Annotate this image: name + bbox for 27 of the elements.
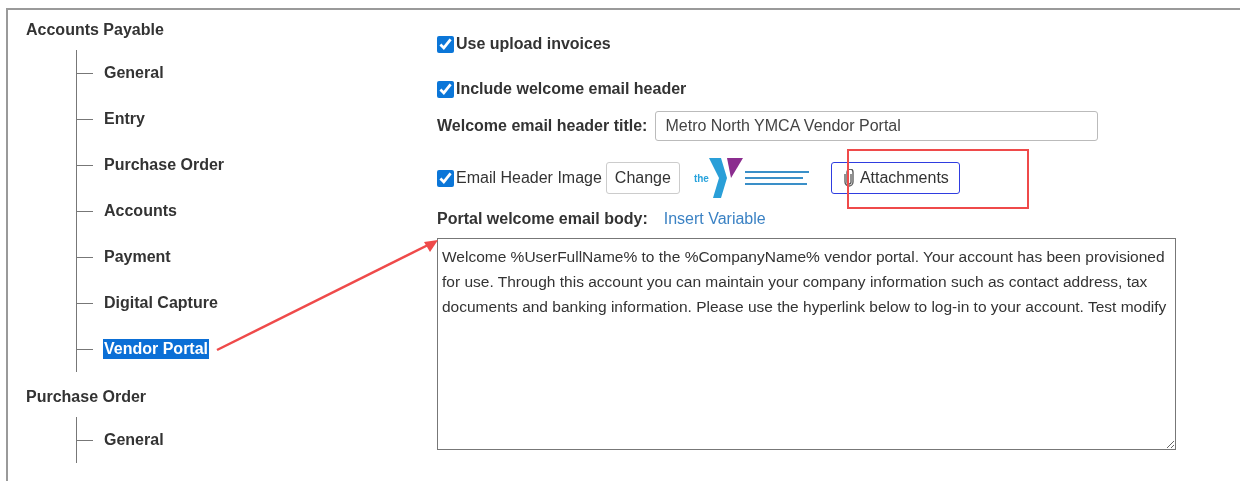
tree-heading[interactable]: Accounts Payable (26, 19, 164, 41)
attachments-button[interactable]: Attachments (830, 162, 960, 194)
tree-item[interactable]: General (103, 63, 165, 83)
tree-item[interactable]: Purchase Order (103, 155, 226, 175)
checkbox-label: Use upload invoices (456, 35, 611, 53)
tree-item[interactable]: Accounts (103, 201, 178, 221)
tree-item[interactable]: Vendor Portal (103, 339, 210, 359)
checkbox-label: Include welcome email header (456, 80, 687, 98)
field-label: Welcome email header title: (437, 117, 648, 135)
change-button[interactable]: Change (605, 162, 680, 194)
logo-text: the (693, 172, 709, 184)
checkbox-label: Email Header Image (456, 169, 602, 187)
tree-item[interactable]: General (103, 430, 165, 450)
checkbox[interactable] (437, 35, 454, 53)
y-logo-icon (708, 156, 745, 200)
tree-item[interactable]: Digital Capture (103, 293, 219, 313)
tree-heading[interactable]: Purchase Order (26, 386, 147, 408)
insert-variable-link[interactable]: Insert Variable (663, 210, 766, 228)
checkbox[interactable] (437, 80, 454, 98)
tree-item[interactable]: Entry (103, 109, 146, 129)
checkbox[interactable] (437, 169, 454, 187)
header-title-field[interactable]: Metro North YMCA Vendor Portal (655, 111, 1099, 141)
logo-tagline-drawing (744, 168, 811, 188)
field-label: Portal welcome email body: (437, 210, 648, 228)
tree-item[interactable]: Payment (103, 247, 172, 267)
paperclip-icon (843, 169, 854, 187)
email-body-field[interactable]: Welcome %UserFullName% to the %CompanyName% vendor portal. Your account has been provisioned for use. Through this account you can maintain your company information such as contact address, tax documents and banking information. Please use the hyperlink below to log-in to your account. Test modify (437, 238, 1176, 450)
